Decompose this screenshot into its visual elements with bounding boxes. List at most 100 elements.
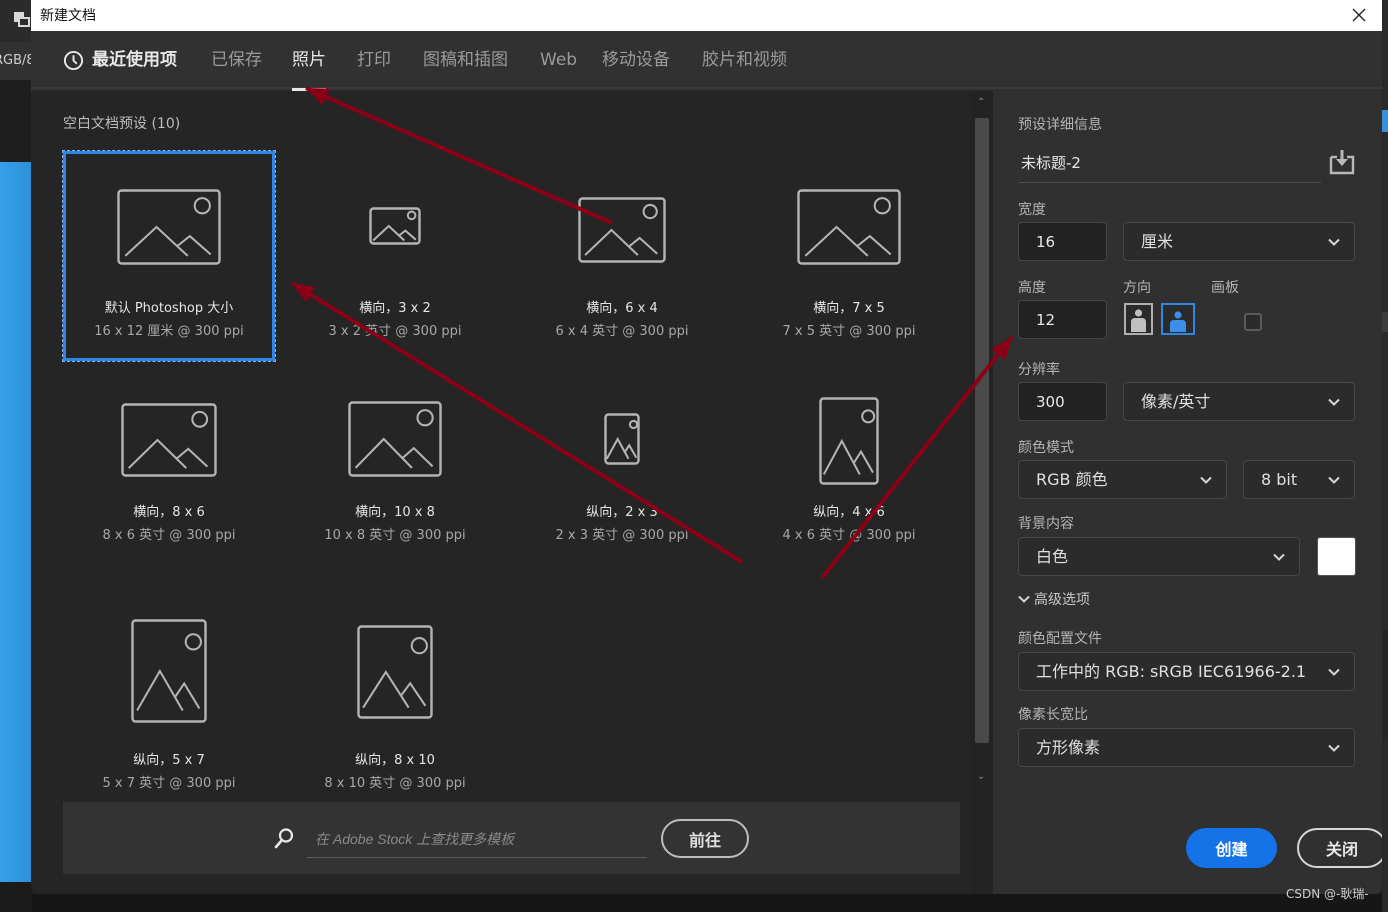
- preset-scrollbar[interactable]: ⌃ ⌄: [971, 91, 993, 894]
- preset-size: 6 x 4 英寸 @ 300 ppi: [555, 324, 689, 339]
- tab-photo[interactable]: 照片: [292, 31, 326, 91]
- tab-web[interactable]: Web: [540, 31, 577, 89]
- preset-card[interactable]: 默认 Photoshop 大小 16 x 12 厘米 @ 300 ppi: [62, 150, 276, 362]
- adobe-stock-search-bar: 前往: [63, 802, 960, 874]
- preset-card[interactable]: 横向，10 x 8 10 x 8 英寸 @ 300 ppi: [289, 377, 501, 587]
- document-name-input[interactable]: [1019, 143, 1321, 183]
- tab-print[interactable]: 打印: [357, 31, 391, 89]
- create-button[interactable]: 创建: [1186, 828, 1277, 868]
- color-mode-select[interactable]: RGB 颜色: [1018, 460, 1227, 499]
- tab-mobile[interactable]: 移动设备: [602, 31, 670, 89]
- preset-details-panel: 预设详细信息 宽度 厘米 高度 方向 画板 分辨率 像素/英寸 颜色模式 RG: [993, 91, 1382, 894]
- background-panel: [0, 80, 32, 162]
- chevron-down-icon: [1328, 744, 1340, 752]
- chevron-down-icon: [1328, 238, 1340, 246]
- preset-card[interactable]: 纵向，2 x 3 2 x 3 英寸 @ 300 ppi: [516, 377, 728, 587]
- stock-search-input[interactable]: [307, 820, 647, 858]
- bit-depth-select[interactable]: 8 bit: [1243, 460, 1355, 499]
- preset-name: 纵向，5 x 7: [133, 753, 205, 768]
- save-preset-button[interactable]: [1327, 147, 1357, 177]
- image-placeholder-icon: [117, 189, 221, 265]
- close-x-icon: [1352, 8, 1366, 22]
- height-input[interactable]: [1018, 300, 1107, 339]
- color-profile-label: 颜色配置文件: [1018, 631, 1102, 647]
- width-unit-value: 厘米: [1141, 232, 1174, 251]
- color-mode-label: 颜色模式: [1018, 440, 1074, 456]
- chevron-down-icon: [1328, 398, 1340, 406]
- artboard-label: 画板: [1211, 280, 1239, 296]
- background-canvas: [0, 162, 32, 882]
- background-contents-label: 背景内容: [1018, 516, 1074, 532]
- preset-card[interactable]: 纵向，4 x 6 4 x 6 英寸 @ 300 ppi: [743, 377, 955, 587]
- background-color-swatch[interactable]: [1317, 537, 1356, 576]
- background-right-panel: [1382, 0, 1388, 912]
- preset-thumbnail: [516, 413, 728, 465]
- image-placeholder-icon: [131, 619, 207, 723]
- image-placeholder-icon: [578, 197, 666, 263]
- preset-thumbnail: [743, 397, 955, 485]
- preset-size: 4 x 6 英寸 @ 300 ppi: [782, 528, 916, 543]
- scroll-up-icon[interactable]: ⌃: [977, 97, 985, 108]
- preset-name: 横向，8 x 6: [133, 505, 205, 520]
- orientation-label: 方向: [1123, 280, 1151, 296]
- image-placeholder-icon: [357, 625, 433, 719]
- resolution-unit-select[interactable]: 像素/英寸: [1123, 382, 1355, 421]
- preset-size: 5 x 7 英寸 @ 300 ppi: [102, 776, 236, 791]
- background-contents-select[interactable]: 白色: [1018, 537, 1300, 576]
- preset-name: 纵向，2 x 3: [586, 505, 658, 520]
- background-doc-tab[interactable]: RGB/8: [0, 42, 32, 80]
- preset-size: 2 x 3 英寸 @ 300 ppi: [555, 528, 689, 543]
- image-placeholder-icon: [604, 413, 640, 465]
- advanced-options-toggle[interactable]: 高级选项: [1018, 589, 1090, 609]
- preset-card[interactable]: 横向，6 x 4 6 x 4 英寸 @ 300 ppi: [516, 151, 728, 361]
- preset-name: 纵向，4 x 6: [813, 505, 885, 520]
- advanced-options-label: 高级选项: [1034, 592, 1090, 608]
- window-arrange-icon: [14, 12, 30, 28]
- close-button[interactable]: 关闭: [1297, 828, 1382, 868]
- preset-card[interactable]: 横向，3 x 2 3 x 2 英寸 @ 300 ppi: [289, 151, 501, 361]
- landscape-orientation-button[interactable]: [1161, 303, 1195, 335]
- resolution-input[interactable]: [1018, 382, 1107, 421]
- artboard-checkbox[interactable]: [1244, 313, 1262, 331]
- preset-card[interactable]: 横向，8 x 6 8 x 6 英寸 @ 300 ppi: [63, 377, 275, 587]
- preset-name: 默认 Photoshop 大小: [104, 301, 234, 316]
- preset-size: 10 x 8 英寸 @ 300 ppi: [324, 528, 466, 543]
- preset-size: 8 x 10 英寸 @ 300 ppi: [324, 776, 466, 791]
- background-contents-value: 白色: [1036, 547, 1069, 566]
- stock-go-button[interactable]: 前往: [661, 819, 749, 858]
- preset-size: 16 x 12 厘米 @ 300 ppi: [94, 324, 244, 339]
- chevron-down-icon: [1018, 595, 1030, 603]
- pixel-aspect-ratio-select[interactable]: 方形像素: [1018, 728, 1355, 767]
- preset-details-header: 预设详细信息: [1018, 117, 1102, 133]
- preset-size: 8 x 6 英寸 @ 300 ppi: [102, 528, 236, 543]
- preset-thumbnail: [516, 197, 728, 263]
- preset-thumbnail: [289, 625, 501, 719]
- background-statusbar: [0, 882, 32, 912]
- width-input[interactable]: [1018, 222, 1107, 261]
- image-placeholder-icon: [369, 207, 421, 245]
- tab-film-video[interactable]: 胶片和视频: [702, 31, 787, 89]
- close-dialog-button[interactable]: [1339, 1, 1379, 29]
- preset-card[interactable]: 横向，7 x 5 7 x 5 英寸 @ 300 ppi: [743, 151, 955, 361]
- preset-thumbnail: [66, 189, 272, 265]
- image-placeholder-icon: [819, 397, 879, 485]
- tab-saved[interactable]: 已保存: [211, 31, 262, 89]
- tab-art-illustration[interactable]: 图稿和插图: [423, 31, 508, 89]
- resolution-unit-value: 像素/英寸: [1141, 392, 1211, 411]
- tab-recent[interactable]: 最近使用项: [63, 31, 177, 89]
- scroll-thumb[interactable]: [975, 118, 989, 743]
- chevron-down-icon: [1328, 668, 1340, 676]
- chevron-down-icon: [1200, 476, 1212, 484]
- color-profile-value: 工作中的 RGB: sRGB IEC61966-2.1: [1036, 662, 1307, 681]
- portrait-orientation-button[interactable]: [1124, 303, 1153, 335]
- scroll-down-icon[interactable]: ⌄: [977, 771, 985, 782]
- preset-card[interactable]: 纵向，5 x 7 5 x 7 英寸 @ 300 ppi: [63, 603, 275, 813]
- preset-name: 纵向，8 x 10: [355, 753, 435, 768]
- background-bottom: [32, 894, 1382, 912]
- color-mode-value: RGB 颜色: [1036, 470, 1108, 489]
- preset-size: 7 x 5 英寸 @ 300 ppi: [782, 324, 916, 339]
- color-profile-select[interactable]: 工作中的 RGB: sRGB IEC61966-2.1: [1018, 652, 1355, 691]
- preset-card[interactable]: 纵向，8 x 10 8 x 10 英寸 @ 300 ppi: [289, 603, 501, 813]
- width-unit-select[interactable]: 厘米: [1123, 222, 1355, 261]
- pixel-aspect-ratio-value: 方形像素: [1036, 738, 1101, 757]
